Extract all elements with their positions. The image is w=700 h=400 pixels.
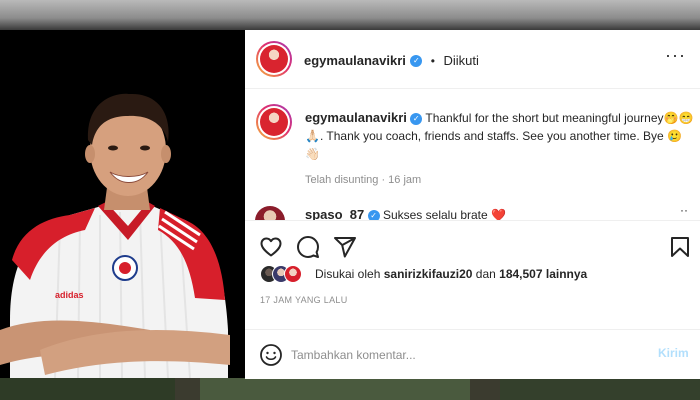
author-avatar[interactable]	[256, 41, 292, 77]
verified-badge-icon: ✓	[410, 112, 423, 125]
liker-avatar[interactable]	[284, 265, 302, 283]
comment-icon[interactable]	[296, 235, 320, 259]
follow-status-button[interactable]: Diikuti	[443, 53, 478, 68]
svg-text:adidas: adidas	[55, 290, 84, 300]
likes-prefix: Disukai oleh	[315, 267, 381, 281]
likes-user[interactable]: sanirizkifauzi20	[384, 267, 473, 281]
liked-by-avatars	[260, 265, 302, 283]
heart-icon[interactable]	[259, 235, 283, 259]
actions-section: Disukai oleh sanirizkifauzi20 dan 184,50…	[245, 220, 700, 379]
caption-age: 16 jam	[388, 174, 422, 186]
likes-count[interactable]: 184,507 lainnya	[499, 267, 587, 281]
comment-input[interactable]	[289, 344, 633, 366]
commenter-avatar[interactable]	[255, 206, 285, 220]
post-comment-button[interactable]: Kirim	[658, 346, 689, 360]
post-header: egymaulanavikri ✓ • Diikuti ···	[245, 30, 700, 89]
post-modal: adidas azim egymaul	[0, 30, 700, 379]
follow-separator: •	[430, 54, 435, 68]
add-comment-bar: Kirim	[245, 329, 700, 380]
caption-author-avatar[interactable]	[256, 104, 292, 140]
caption-author-username[interactable]: egymaulanavikri	[305, 110, 407, 125]
bookmark-icon[interactable]	[669, 235, 691, 259]
post-timestamp[interactable]: 17 JAM YANG LALU	[260, 295, 348, 305]
likes-summary: Disukai oleh sanirizkifauzi20 dan 184,50…	[315, 267, 587, 281]
background-feed-top	[0, 0, 700, 30]
comment-options-icon[interactable]: ··	[680, 206, 688, 217]
verified-badge-icon: ✓	[367, 209, 380, 220]
share-icon[interactable]	[333, 235, 357, 259]
background-feed-bottom	[0, 378, 700, 400]
post-details-panel: egymaulanavikri ✓ • Diikuti ··· egymaula…	[245, 30, 700, 379]
caption: egymaulanavikri ✓ Thankful for the short…	[305, 109, 695, 163]
commenter-username[interactable]: spaso_87	[305, 207, 364, 220]
post-photo[interactable]: adidas azim	[0, 30, 245, 378]
verified-badge-icon: ✓	[410, 54, 423, 67]
player-photo-image: adidas azim	[0, 30, 245, 378]
comment-row: spaso_87 ✓ Sukses selalu brate ❤️ ··	[255, 206, 695, 220]
caption-meta: Telah disunting · 16 jam	[305, 174, 422, 186]
edited-label: Telah disunting	[305, 174, 379, 186]
more-horizontal-icon[interactable]: ···	[665, 45, 686, 66]
likes-connector: dan	[475, 267, 496, 281]
comment-text: Sukses selalu brate ❤️	[382, 208, 506, 220]
author-username[interactable]: egymaulanavikri	[304, 53, 406, 68]
emoji-icon[interactable]	[259, 343, 283, 367]
